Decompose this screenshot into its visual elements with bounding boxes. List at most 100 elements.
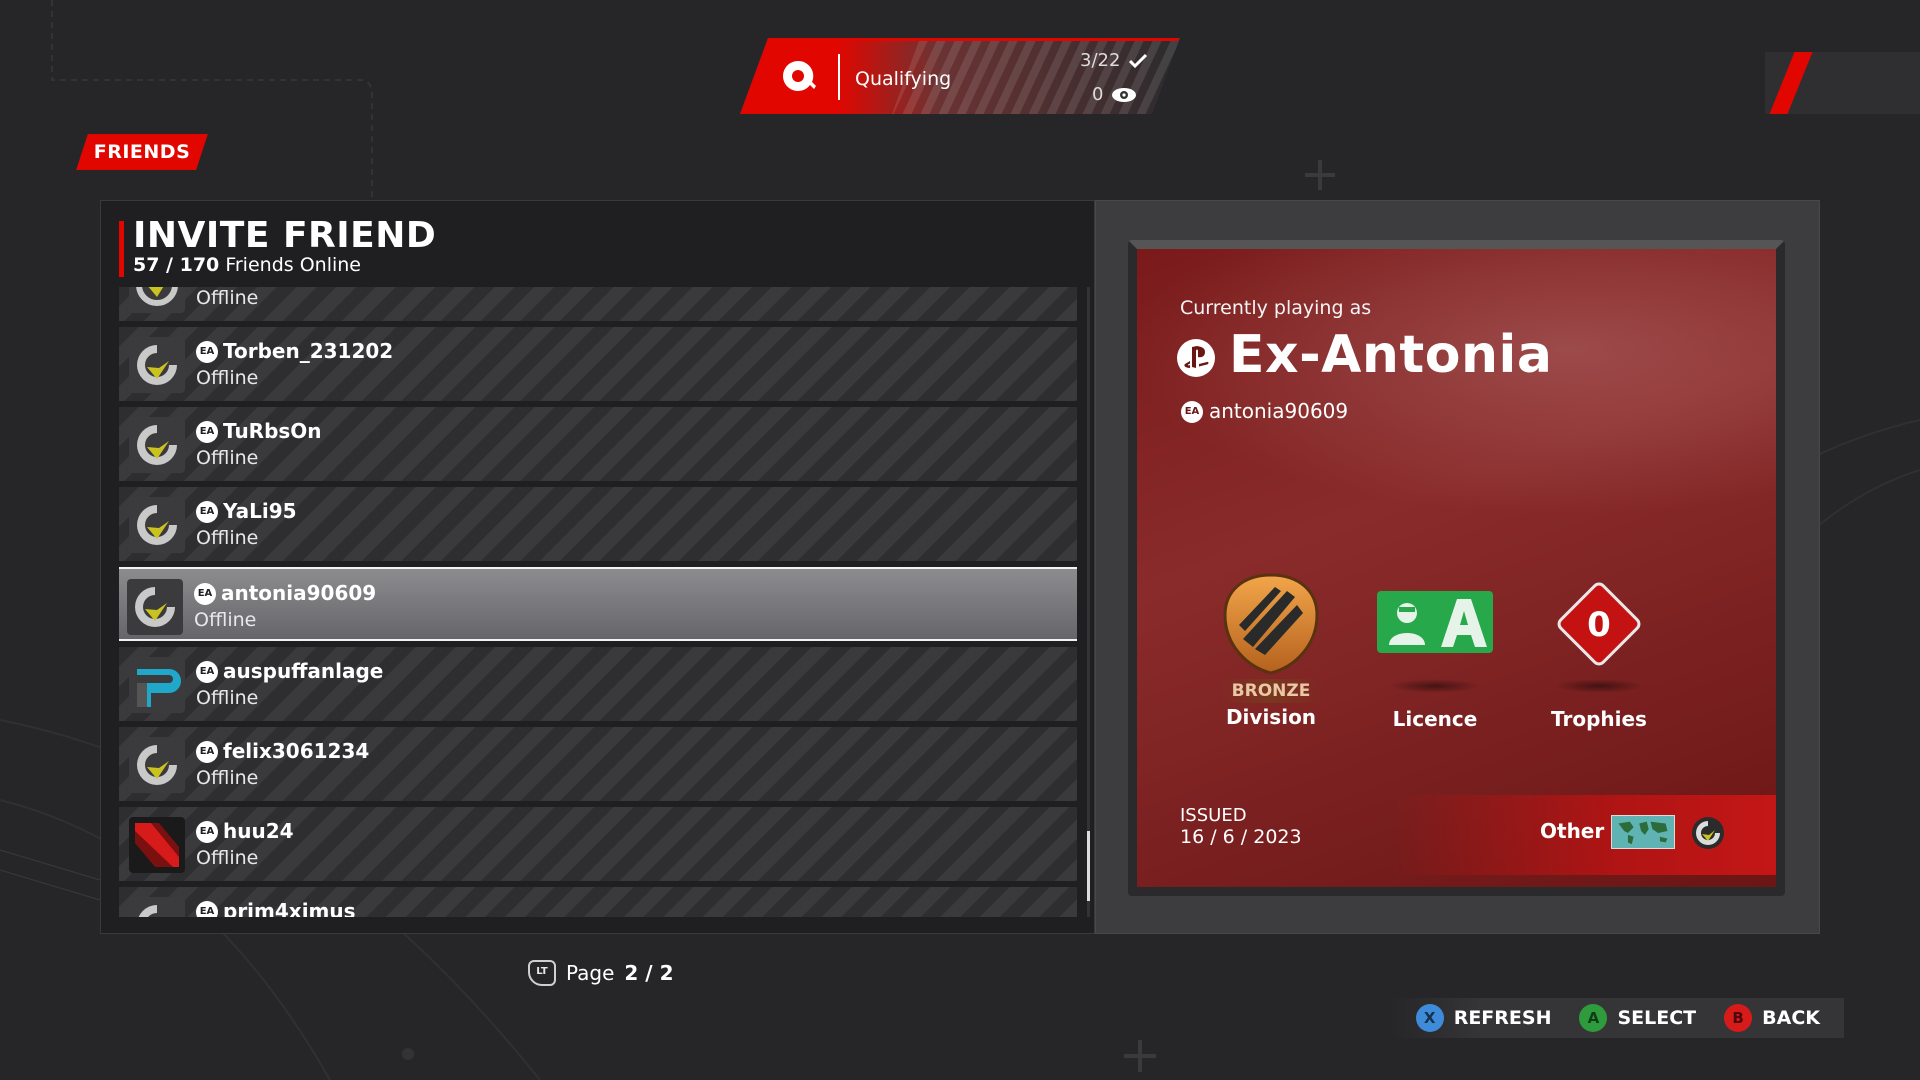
friend-list[interactable]: Offline EA Torben_231202 Offline EA TuRb… — [119, 287, 1077, 917]
friend-status: Offline — [196, 527, 259, 549]
friend-status: Offline — [196, 847, 259, 869]
friend-row[interactable]: EA auspuffanlage Offline — [119, 647, 1077, 721]
friend-status: Offline — [196, 447, 259, 469]
select-prompt[interactable]: A SELECT — [1579, 1004, 1696, 1032]
participant-count-value: 3/22 — [1080, 50, 1121, 71]
licence-shadow — [1390, 679, 1480, 693]
trophies-label: Trophies — [1551, 707, 1647, 731]
ea-icon: EA — [196, 901, 218, 917]
ea-icon: EA — [196, 341, 218, 363]
team-avatar — [129, 657, 185, 713]
friend-row[interactable]: Offline — [119, 287, 1077, 321]
eye-icon — [1112, 87, 1137, 102]
licence-icon — [1377, 591, 1493, 653]
friend-name: prim4ximus — [223, 899, 356, 917]
friend-status: Offline — [194, 609, 257, 631]
spectator-count-value: 0 — [1092, 84, 1104, 105]
select-label: SELECT — [1617, 1007, 1697, 1029]
friend-row[interactable]: EA huu24 Offline — [119, 807, 1077, 881]
trophy-diamond-icon: 0 — [1557, 582, 1641, 666]
friend-row-selected[interactable]: EA antonia90609 Offline — [119, 567, 1077, 641]
panel-accent-bar — [119, 221, 124, 277]
friend-name: huu24 — [223, 819, 294, 843]
friend-status: Offline — [196, 367, 259, 389]
friend-row[interactable]: EA YaLi95 Offline — [119, 487, 1077, 561]
panel-title: INVITE FRIEND — [133, 215, 437, 256]
issued-date: 16 / 6 / 2023 — [1180, 826, 1302, 848]
participant-count: 3/22 — [1080, 50, 1148, 71]
ea-icon: EA — [196, 421, 218, 443]
ea-icon: EA — [1181, 401, 1203, 423]
refresh-label: REFRESH — [1453, 1007, 1552, 1029]
ea-icon: EA — [196, 741, 218, 763]
licence-emblem — [1355, 569, 1515, 679]
team-logo-icon — [137, 745, 177, 785]
trophies-stat: 0 Trophies — [1519, 569, 1679, 731]
division-stat: BRONZE Division — [1191, 569, 1351, 729]
friend-name: Torben_231202 — [223, 339, 394, 363]
friend-row[interactable]: EA TuRbsOn Offline — [119, 407, 1077, 481]
check-icon — [1129, 53, 1148, 68]
controller-prompts: X REFRESH A SELECT B BACK — [1390, 998, 1844, 1038]
team-avatar — [129, 337, 185, 393]
friend-name: YaLi95 — [223, 499, 297, 523]
team-avatar — [129, 287, 185, 313]
gamertag: Ex-Antonia — [1229, 325, 1553, 385]
back-prompt[interactable]: B BACK — [1724, 1004, 1820, 1032]
licence-stat: Licence — [1355, 569, 1515, 731]
trophies-shadow — [1554, 679, 1644, 693]
friend-name: TuRbsOn — [223, 419, 322, 443]
friend-name: felix3061234 — [223, 739, 370, 763]
ea-icon: EA — [196, 501, 218, 523]
world-map-flag — [1611, 815, 1675, 849]
a-button-icon: A — [1579, 1004, 1608, 1032]
issued-label: ISSUED — [1180, 805, 1247, 826]
team-avatar — [129, 737, 185, 793]
team-logo-icon — [137, 345, 177, 385]
team-logo-icon — [135, 587, 175, 627]
team-logo-icon — [138, 905, 157, 917]
scrollbar-thumb[interactable] — [1087, 831, 1090, 901]
friend-name: auspuffanlage — [223, 659, 384, 683]
friend-status: Offline — [196, 687, 259, 709]
bronze-division-icon — [1223, 573, 1319, 675]
scrollbar-track[interactable] — [1087, 287, 1090, 917]
qualifying-icon — [783, 60, 816, 91]
friends-tab[interactable]: FRIENDS — [76, 134, 208, 170]
session-name: Qualifying — [855, 68, 952, 90]
friends-tab-label: FRIENDS — [93, 141, 191, 163]
page-value: 2 / 2 — [624, 961, 674, 985]
team-logo-icon — [137, 505, 177, 545]
region-label: Other — [1540, 819, 1605, 843]
team-logo-icon — [1696, 821, 1720, 845]
page-indicator: LT Page 2 / 2 — [528, 960, 673, 986]
friend-row[interactable]: EA prim4ximus — [119, 887, 1077, 917]
online-count-suffix: Friends Online — [225, 254, 361, 276]
friend-name: antonia90609 — [221, 581, 377, 605]
team-logo-icon — [137, 425, 177, 465]
friends-online-count: 57 / 170 Friends Online — [133, 254, 361, 276]
lt-button-icon[interactable]: LT — [528, 960, 556, 986]
division-emblem — [1191, 569, 1351, 679]
b-button-icon: B — [1724, 1004, 1753, 1032]
team-avatar — [127, 579, 183, 635]
refresh-prompt[interactable]: X REFRESH — [1415, 1004, 1552, 1032]
team-logo-icon — [137, 669, 181, 707]
friend-row[interactable]: EA Torben_231202 Offline — [119, 327, 1077, 401]
x-button-icon: X — [1415, 1004, 1444, 1032]
world-map-icon — [1618, 821, 1668, 845]
back-label: BACK — [1762, 1007, 1820, 1029]
ea-icon: EA — [196, 661, 218, 683]
team-avatar — [129, 897, 185, 917]
ea-icon: EA — [196, 821, 218, 843]
online-count-value: 57 / 170 — [133, 254, 220, 276]
division-label: Division — [1225, 705, 1317, 729]
playstation-logo — [1184, 346, 1209, 368]
team-logo-icon — [136, 287, 178, 306]
team-avatar — [129, 497, 185, 553]
team-badge — [1692, 817, 1724, 849]
friend-row[interactable]: EA felix3061234 Offline — [119, 727, 1077, 801]
invite-friend-panel: INVITE FRIEND 57 / 170 Friends Online Of… — [100, 200, 1095, 934]
page-prefix: Page — [566, 961, 615, 985]
trophies-emblem: 0 — [1519, 569, 1679, 679]
